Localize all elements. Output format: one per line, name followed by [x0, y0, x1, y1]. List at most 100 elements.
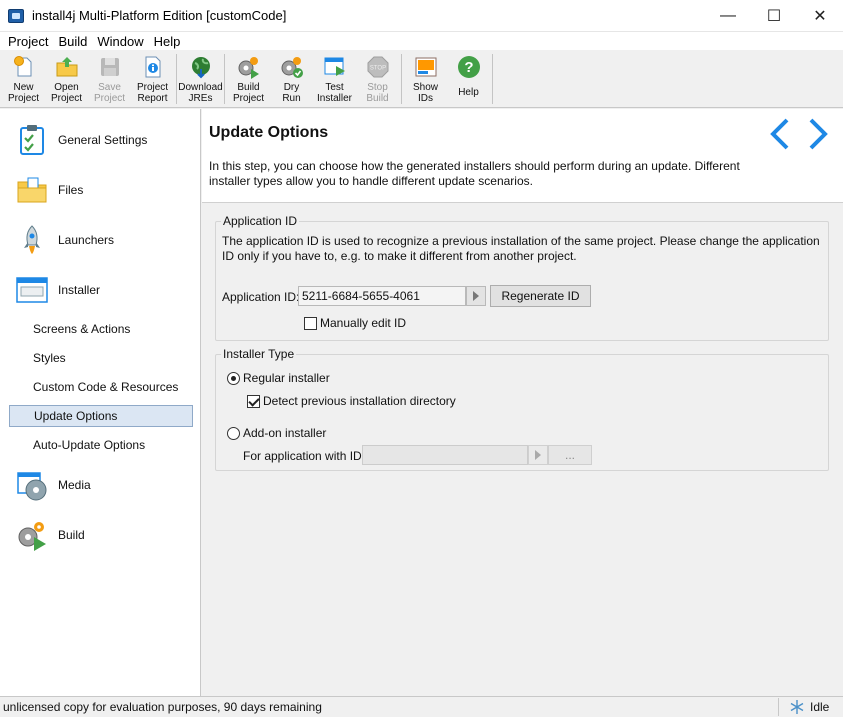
toolbar-label: New Project: [7, 82, 40, 104]
detect-previous-directory-label: Detect previous installation directory: [263, 394, 456, 408]
menu-window[interactable]: Window: [93, 34, 147, 49]
folder-files-icon: [17, 177, 47, 203]
back-arrow-icon[interactable]: [767, 117, 793, 151]
sidebar-item-label: Media: [58, 478, 91, 492]
menu-project[interactable]: Project: [4, 34, 52, 49]
close-button[interactable]: ✕: [797, 0, 843, 32]
browse-application-button[interactable]: ...: [548, 445, 592, 465]
status-divider: [778, 698, 779, 716]
sidebar-item-label: Launchers: [58, 233, 115, 247]
sidebar-subitem-custom-code[interactable]: Custom Code & Resources: [9, 376, 193, 398]
toolbar: New Project Open Project Save Project Pr…: [0, 50, 843, 108]
status-state: Idle: [810, 700, 830, 714]
manually-edit-id-label: Manually edit ID: [320, 316, 407, 330]
build-gear-icon: [18, 522, 46, 551]
open-project-button[interactable]: Open Project: [45, 50, 88, 106]
project-report-button[interactable]: Project Report: [131, 50, 174, 106]
download-jres-button[interactable]: Download JREs: [178, 50, 223, 106]
sidebar-subitem-auto-update-options[interactable]: Auto-Update Options: [9, 434, 193, 456]
stop-build-button[interactable]: STOP Stop Build: [356, 50, 399, 106]
sidebar-item-general-settings[interactable]: General Settings: [0, 120, 201, 160]
dry-run-button[interactable]: Dry Run: [270, 50, 313, 106]
addon-installer-radio[interactable]: [227, 427, 240, 440]
detect-previous-directory-checkbox[interactable]: [247, 395, 260, 408]
window-controls: — ☐ ✕: [705, 0, 843, 32]
addon-installer-label: Add-on installer: [243, 426, 327, 440]
maximize-button[interactable]: ☐: [751, 0, 797, 32]
page-description: In this step, you can choose how the gen…: [209, 159, 740, 188]
save-project-icon: [100, 58, 119, 76]
help-button[interactable]: ? Help: [447, 50, 490, 106]
open-project-icon: [56, 57, 77, 77]
toolbar-label: Open Project: [50, 82, 83, 104]
toolbar-separator: [224, 54, 225, 104]
toolbar-label: Show IDs: [412, 82, 438, 104]
window-title: install4j Multi-Platform Edition [custom…: [32, 8, 287, 23]
sidebar-item-files[interactable]: Files: [0, 170, 201, 210]
test-installer-button[interactable]: Test Installer: [313, 50, 356, 106]
toolbar-label: Dry Run: [282, 82, 301, 104]
manually-edit-id-checkbox[interactable]: [304, 317, 317, 330]
application-id-field[interactable]: 5211-6684-5655-4061: [298, 286, 466, 306]
for-application-id-field[interactable]: [362, 445, 528, 465]
svg-text:STOP: STOP: [369, 66, 385, 72]
toolbar-separator: [401, 54, 402, 104]
build-project-button[interactable]: Build Project: [227, 50, 270, 106]
clipboard-check-icon: [20, 125, 44, 155]
toolbar-separator: [176, 54, 177, 104]
minimize-button[interactable]: —: [705, 0, 751, 32]
regular-installer-radio[interactable]: [227, 372, 240, 385]
application-id-arrow-button[interactable]: [466, 286, 486, 306]
sidebar-item-build[interactable]: Build: [0, 515, 201, 555]
save-project-button[interactable]: Save Project: [88, 50, 131, 106]
for-application-id-label: For application with ID:: [243, 449, 366, 463]
dry-run-icon: [281, 57, 303, 78]
test-installer-icon: [324, 57, 345, 76]
title-bar: install4j Multi-Platform Edition [custom…: [0, 0, 843, 32]
status-bar: unlicensed copy for evaluation purposes,…: [0, 696, 843, 717]
svg-text:?: ?: [464, 59, 473, 76]
regenerate-id-button[interactable]: Regenerate ID: [490, 285, 591, 307]
sidebar-item-label: Installer: [58, 283, 101, 297]
toolbar-separator: [492, 54, 493, 104]
sidebar-subitem-update-options[interactable]: Update Options: [9, 405, 193, 427]
menu-bar: Project Build Window Help: [0, 32, 843, 50]
sidebar-subitem-styles[interactable]: Styles: [9, 347, 193, 369]
sidebar-item-media[interactable]: Media: [0, 465, 201, 505]
regular-installer-label: Regular installer: [243, 371, 330, 385]
sidebar-item-installer[interactable]: Installer: [0, 270, 201, 310]
sidebar-subitem-screens-actions[interactable]: Screens & Actions: [9, 318, 193, 340]
play-arrow-icon: [535, 450, 541, 460]
new-project-button[interactable]: New Project: [2, 50, 45, 106]
sidebar-item-label: General Settings: [58, 133, 148, 147]
toolbar-label: Project Report: [136, 82, 169, 104]
rocket-icon: [24, 225, 40, 254]
toolbar-label: Save Project: [93, 82, 126, 104]
menu-help[interactable]: Help: [150, 34, 185, 49]
toolbar-label: Stop Build: [366, 82, 389, 104]
sidebar-item-label: Files: [58, 183, 84, 197]
app-icon: [8, 8, 24, 23]
show-ids-icon: [415, 57, 436, 77]
toolbar-label: Help: [458, 87, 479, 98]
for-application-id-arrow-button[interactable]: [528, 445, 548, 465]
build-project-icon: [238, 57, 259, 79]
page-title: Update Options: [209, 124, 329, 141]
show-ids-button[interactable]: Show IDs: [404, 50, 447, 106]
sidebar: General Settings Files Launchers Install…: [0, 109, 201, 696]
new-project-icon: [13, 56, 31, 77]
group-title: Installer Type: [221, 347, 297, 361]
snowflake-icon: [790, 700, 804, 714]
media-disc-icon: [17, 472, 47, 501]
help-icon: ?: [457, 56, 480, 78]
play-arrow-icon: [473, 291, 479, 301]
sidebar-item-label: Build: [58, 528, 85, 542]
toolbar-label: Download JREs: [178, 82, 223, 104]
menu-build[interactable]: Build: [54, 34, 91, 49]
sidebar-item-launchers[interactable]: Launchers: [0, 220, 201, 260]
stop-build-icon: STOP: [367, 56, 388, 78]
forward-arrow-icon[interactable]: [805, 117, 831, 151]
toolbar-label: Test Installer: [316, 82, 352, 104]
content-header: Update Options In this step, you can cho…: [202, 109, 843, 203]
group-title: Application ID: [221, 214, 300, 228]
